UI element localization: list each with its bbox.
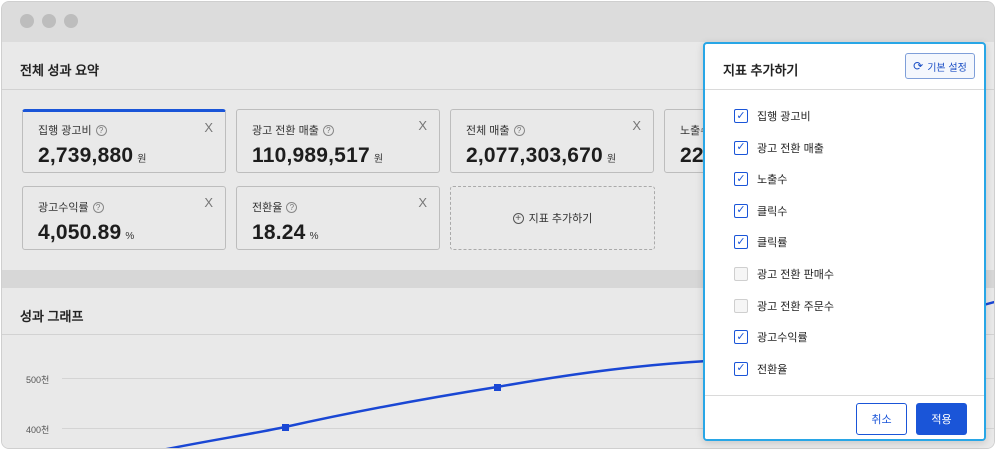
metric-value-number: 18.24 — [252, 221, 306, 244]
metric-card-label: 집행 광고비 ? — [38, 122, 107, 138]
modal-header-divider — [705, 89, 984, 90]
metric-option-4[interactable]: 클릭률 — [734, 234, 787, 250]
checkbox-checked[interactable] — [734, 140, 748, 155]
modal-footer: 취소 적용 — [705, 396, 984, 439]
metric-option-8[interactable]: 전환율 — [734, 361, 787, 377]
metric-option-2[interactable]: 노출수 — [734, 171, 787, 187]
metric-option-label: 광고 전환 주문수 — [757, 300, 834, 313]
metric-option-6[interactable]: 광고 전환 주문수 — [734, 298, 834, 314]
close-icon[interactable]: X — [204, 120, 213, 135]
metric-card-value: 18.24% — [252, 221, 319, 245]
metric-option-label: 전환율 — [757, 363, 788, 376]
metric-card-value: 4,050.89% — [38, 221, 134, 245]
metric-card-label: 전환율 ? — [252, 199, 298, 215]
metric-value-number: 22 — [680, 144, 704, 167]
cancel-button[interactable]: 취소 — [856, 403, 907, 435]
metric-card-label: 광고 전환 매출 ? — [252, 122, 334, 138]
metric-value-unit: 원 — [137, 154, 147, 165]
metric-value-number: 4,050.89 — [38, 221, 122, 244]
metric-option-5[interactable]: 광고 전환 판매수 — [734, 266, 834, 282]
metric-value-unit: 원 — [606, 154, 617, 165]
window-minimize-dot[interactable] — [42, 14, 56, 28]
metric-card-value: 110,989,517 원 — [252, 144, 383, 168]
close-icon[interactable]: X — [204, 195, 213, 210]
window-close-dot[interactable] — [20, 14, 34, 28]
metric-option-label: 광고수익률 — [757, 332, 808, 345]
plus-circle-icon: + — [512, 212, 524, 224]
metric-card-value: 22 — [680, 144, 704, 168]
title-bar — [2, 2, 994, 42]
metric-card-label-text: 광고수익률 — [38, 202, 89, 214]
metric-card-conversion-revenue[interactable]: 광고 전환 매출 ? X 110,989,517 원 — [236, 109, 440, 173]
add-metric-button[interactable]: + 지표 추가하기 — [450, 186, 655, 250]
metric-card-label-text: 전체 매출 — [466, 125, 510, 137]
refresh-icon: ⟳ — [913, 59, 924, 73]
metric-card-roas[interactable]: 광고수익률 ? X 4,050.89% — [22, 186, 226, 250]
modal-title: 지표 추가하기 — [723, 63, 799, 78]
checkbox-unchecked[interactable] — [734, 267, 748, 281]
checkbox-checked[interactable] — [734, 330, 748, 345]
metric-option-label: 노출수 — [757, 174, 788, 187]
metric-card-value: 2,077,303,670 원 — [466, 144, 616, 168]
close-icon[interactable]: X — [418, 118, 427, 133]
checkbox-checked[interactable] — [734, 235, 748, 250]
metric-value-unit: 원 — [373, 154, 384, 165]
window-maximize-dot[interactable] — [64, 14, 78, 28]
metric-card-conversion-rate[interactable]: 전환율 ? X 18.24% — [236, 186, 440, 250]
add-metric-label: 지표 추가하기 — [528, 213, 593, 225]
help-icon[interactable]: ? — [95, 124, 107, 136]
close-icon[interactable]: X — [632, 118, 641, 133]
metric-card-label: 광고수익률 ? — [38, 199, 104, 215]
metric-value-number: 2,739,880 — [38, 144, 134, 167]
help-icon[interactable]: ? — [92, 201, 104, 213]
apply-button[interactable]: 적용 — [916, 403, 967, 435]
metric-option-7[interactable]: 광고수익률 — [734, 329, 808, 345]
metric-option-label: 클릭수 — [757, 205, 788, 218]
metric-card-value: 2,739,880 원 — [38, 144, 147, 168]
data-point — [494, 384, 501, 391]
metric-card-label: 전체 매출 ? — [466, 122, 525, 138]
checkbox-checked[interactable] — [734, 109, 748, 123]
metric-card-ad-spend[interactable]: 집행 광고비 ? X 2,739,880 원 — [22, 109, 226, 173]
help-icon[interactable]: ? — [286, 201, 298, 213]
metric-option-1[interactable]: 광고 전환 매출 — [734, 140, 824, 156]
reset-default-label: 기본 설정 — [927, 62, 967, 74]
checkbox-checked[interactable] — [734, 203, 748, 218]
metric-option-label: 집행 광고비 — [757, 111, 811, 123]
close-icon[interactable]: X — [418, 195, 427, 210]
checkbox-unchecked[interactable] — [734, 298, 748, 313]
help-icon[interactable]: ? — [513, 124, 525, 136]
metric-option-label: 광고 전환 판매수 — [757, 269, 834, 281]
metric-option-0[interactable]: 집행 광고비 — [734, 108, 811, 124]
metric-value-unit: % — [125, 231, 135, 242]
help-icon[interactable]: ? — [322, 124, 334, 136]
metric-option-3[interactable]: 클릭수 — [734, 203, 787, 219]
metric-value-number: 2,077,303,670 — [466, 144, 603, 167]
metric-card-label-text: 집행 광고비 — [38, 125, 92, 137]
add-metric-modal: 지표 추가하기 ⟳ 기본 설정 집행 광고비광고 전환 매출노출수클릭수클릭률광… — [703, 42, 986, 441]
data-point — [282, 424, 289, 431]
metric-value-number: 110,989,517 — [252, 144, 370, 167]
metric-option-label: 클릭률 — [757, 237, 788, 250]
metric-card-total-revenue[interactable]: 전체 매출 ? X 2,077,303,670 원 — [450, 109, 654, 173]
summary-title: 전체 성과 요약 — [20, 63, 99, 78]
checkbox-checked[interactable] — [734, 361, 748, 376]
metric-card-label-text: 광고 전환 매출 — [252, 125, 319, 137]
reset-default-button[interactable]: ⟳ 기본 설정 — [905, 53, 975, 79]
metric-option-label: 광고 전환 매출 — [757, 142, 824, 155]
metric-value-unit: % — [309, 231, 319, 242]
checkbox-checked[interactable] — [734, 172, 748, 187]
metric-card-label-text: 전환율 — [252, 202, 283, 214]
